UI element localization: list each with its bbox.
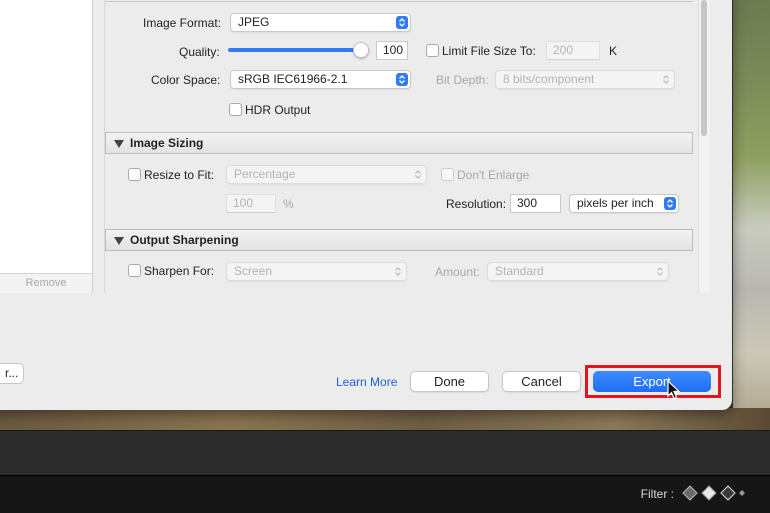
quality-label: Quality:: [179, 45, 220, 59]
chevron-up-down-icon: [664, 197, 676, 210]
image-format-value: JPEG: [238, 15, 270, 29]
dont-enlarge-label: Don't Enlarge: [457, 168, 530, 182]
resolution-unit-value: pixels per inch: [577, 196, 654, 210]
section-divider: [105, 0, 693, 2]
output-sharpening-header[interactable]: Output Sharpening: [105, 229, 693, 251]
file-size-unit: K: [609, 44, 618, 58]
cancel-button[interactable]: Cancel: [502, 371, 581, 392]
resolution-unit-select[interactable]: pixels per inch: [569, 194, 679, 213]
highlight-box: [585, 365, 721, 398]
disclosure-triangle-icon: [114, 237, 124, 245]
amount-select[interactable]: Standard: [487, 262, 669, 281]
resize-to-fit-label: Resize to Fit:: [144, 168, 215, 182]
amount-label: Amount:: [435, 265, 480, 279]
filter-label: Filter :: [640, 487, 674, 501]
resolution-label: Resolution:: [446, 197, 507, 211]
image-sizing-title: Image Sizing: [130, 136, 204, 150]
mouse-pointer-icon: [667, 380, 681, 400]
preset-list-panel[interactable]: [0, 0, 93, 292]
left-truncated-button[interactable]: r...: [0, 363, 24, 384]
done-button[interactable]: Done: [410, 371, 489, 392]
disclosure-triangle-icon: [114, 140, 124, 148]
image-format-select[interactable]: JPEG: [230, 13, 411, 32]
chevron-up-down-icon: [396, 73, 408, 86]
quality-slider-track[interactable]: [228, 48, 362, 52]
learn-more-link[interactable]: Learn More: [336, 375, 397, 389]
chevron-up-down-icon: [396, 16, 408, 29]
dont-enlarge-checkbox[interactable]: [441, 168, 454, 181]
color-space-value: sRGB IEC61966-2.1: [238, 72, 348, 86]
bit-depth-value: 8 bits/component: [503, 72, 595, 86]
sharpen-for-label: Sharpen For:: [144, 264, 215, 278]
image-sizing-header[interactable]: Image Sizing: [105, 132, 693, 154]
amount-value: Standard: [495, 264, 544, 278]
remove-preset-button[interactable]: Remove: [0, 273, 93, 293]
hdr-output-label: HDR Output: [245, 103, 311, 117]
bit-depth-label: Bit Depth:: [436, 73, 489, 87]
hdr-output-checkbox[interactable]: [229, 103, 242, 116]
color-space-label: Color Space:: [151, 73, 221, 87]
filter-flags-icon[interactable]: [682, 484, 746, 502]
resize-mode-select[interactable]: Percentage: [226, 165, 427, 184]
resize-to-fit-checkbox[interactable]: [128, 168, 141, 181]
resize-mode-value: Percentage: [234, 167, 296, 181]
percentage-field[interactable]: 100: [226, 194, 276, 213]
chevron-up-down-icon: [656, 265, 664, 278]
percentage-unit: %: [283, 197, 294, 211]
scroll-thumb[interactable]: [701, 0, 707, 136]
limit-file-size-label: Limit File Size To:: [442, 44, 536, 58]
background-photo-strip: [0, 408, 770, 430]
sharpen-for-select[interactable]: Screen: [226, 262, 407, 281]
sharpen-for-value: Screen: [234, 264, 273, 278]
color-space-select[interactable]: sRGB IEC61966-2.1: [230, 70, 411, 89]
chevron-up-down-icon: [662, 73, 670, 86]
quality-value-field[interactable]: 100: [376, 41, 408, 60]
bit-depth-select[interactable]: 8 bits/component: [495, 70, 675, 89]
chevron-up-down-icon: [394, 265, 402, 278]
chevron-up-down-icon: [414, 168, 422, 181]
limit-file-size-field[interactable]: 200: [546, 41, 600, 60]
quality-slider-thumb[interactable]: [353, 42, 369, 58]
sharpen-for-checkbox[interactable]: [128, 264, 141, 277]
resolution-field[interactable]: 300: [510, 194, 561, 213]
output-sharpening-title: Output Sharpening: [130, 233, 239, 247]
background-photo: [733, 0, 770, 415]
limit-file-size-checkbox[interactable]: [426, 44, 439, 57]
image-format-label: Image Format:: [143, 16, 222, 30]
app-toolbar-band: [0, 430, 770, 475]
